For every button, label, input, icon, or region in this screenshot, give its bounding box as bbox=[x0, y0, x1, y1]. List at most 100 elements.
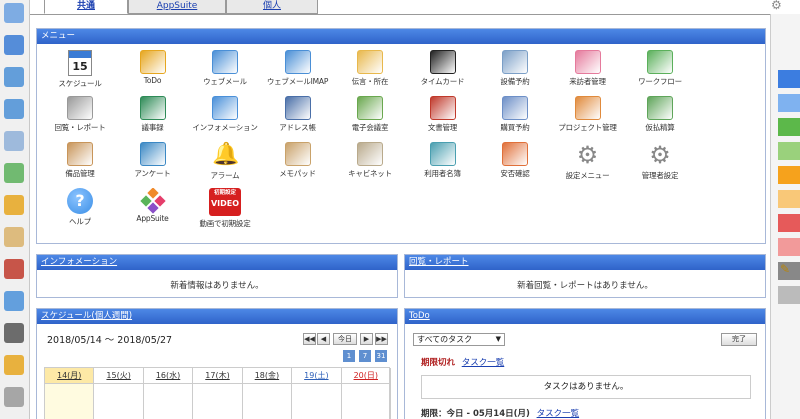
day-column[interactable]: 18(金) bbox=[242, 368, 293, 419]
todo-title-link[interactable]: ToDo bbox=[409, 311, 430, 321]
todo-icon[interactable] bbox=[4, 195, 24, 215]
menu-item-cabinet[interactable]: キャビネット bbox=[333, 142, 407, 179]
menu-item-message[interactable]: 伝言・所在 bbox=[333, 50, 407, 87]
menu-item-label: 回覧・レポート bbox=[54, 123, 106, 132]
color-swatch[interactable] bbox=[778, 238, 800, 256]
video-icon: 初期設定 VIDEO bbox=[209, 188, 241, 216]
tab-common[interactable]: 共通 bbox=[44, 0, 128, 14]
menu-item-label: スケジュール bbox=[58, 79, 102, 88]
next-day-button[interactable]: ▶ bbox=[360, 333, 373, 345]
menu-item-appsuite[interactable]: AppSuite bbox=[116, 187, 190, 223]
day-header[interactable]: 14(月) bbox=[45, 368, 94, 384]
overdue-task-list-link[interactable]: タスク一覧 bbox=[462, 358, 505, 368]
visitor-icon bbox=[574, 50, 601, 74]
menu-item-directory[interactable]: 利用者名簿 bbox=[406, 142, 480, 179]
day-view-icon[interactable]: 1 bbox=[343, 350, 355, 362]
day-header[interactable]: 16(水) bbox=[143, 368, 193, 384]
schedule-title-link[interactable]: スケジュール(個人週間) bbox=[41, 311, 132, 321]
menu-item-todo[interactable]: ToDo bbox=[116, 50, 190, 85]
color-swatch[interactable] bbox=[778, 214, 800, 232]
prev-week-button[interactable]: ◀◀ bbox=[303, 333, 316, 345]
report-title-link[interactable]: 回覧・レポート bbox=[409, 257, 469, 267]
info-icon[interactable] bbox=[4, 291, 24, 311]
color-swatch[interactable] bbox=[778, 118, 800, 136]
information-title-link[interactable]: インフォメーション bbox=[41, 257, 117, 267]
menu-item-equipment[interactable]: 備品管理 bbox=[43, 142, 117, 179]
menu-item-visitor[interactable]: 来訪者管理 bbox=[551, 50, 625, 87]
tab-personal[interactable]: 個人 bbox=[226, 0, 318, 14]
menu-item-video[interactable]: 初期設定 VIDEO 動画で初期設定 bbox=[188, 188, 262, 229]
menu-item-calculator[interactable]: 仮払精算 bbox=[623, 96, 697, 133]
menu-item-label: ワークフロー bbox=[638, 77, 682, 86]
cabinet-icon[interactable] bbox=[4, 259, 24, 279]
prev-day-button[interactable]: ◀ bbox=[317, 333, 330, 345]
menu-item-address-book[interactable]: アドレス帳 bbox=[261, 96, 335, 133]
menu-item-label: 動画で初期設定 bbox=[199, 219, 251, 228]
menu-item-project[interactable]: プロジェクト管理 bbox=[551, 96, 625, 133]
memo-icon[interactable] bbox=[4, 227, 24, 247]
address-book-icon bbox=[284, 96, 311, 120]
color-swatch[interactable] bbox=[778, 70, 800, 88]
project-icon bbox=[574, 96, 601, 120]
menu-item-label: キャビネット bbox=[348, 169, 392, 178]
pencil-icon[interactable]: ✎ bbox=[780, 262, 790, 276]
menu-item-workflow[interactable]: ワークフロー bbox=[623, 50, 697, 87]
menu-panel: メニュー 15 スケジュール ToDo ウェブメール ウェブメールIMAP 伝言・所在 タイ… bbox=[36, 28, 766, 244]
report-icon[interactable] bbox=[4, 131, 24, 151]
today-button[interactable]: 今日 bbox=[333, 333, 357, 345]
menu-item-admin-settings[interactable]: ⚙ 管理者設定 bbox=[623, 142, 697, 181]
menu-item-information[interactable]: インフォメーション bbox=[188, 96, 262, 133]
month-view-icon[interactable]: 31 bbox=[375, 350, 387, 362]
day-column[interactable]: 16(水) bbox=[143, 368, 194, 419]
menu-item-webmail-imap[interactable]: ウェブメールIMAP bbox=[261, 50, 335, 87]
menu-item-safety[interactable]: 安否確認 bbox=[478, 142, 552, 179]
menu-item-settings-menu[interactable]: ⚙ 設定メニュー bbox=[551, 142, 625, 181]
color-swatch[interactable] bbox=[778, 142, 800, 160]
task-filter-select[interactable]: すべてのタスク ▼ bbox=[413, 333, 505, 346]
list-icon[interactable] bbox=[4, 387, 24, 407]
next-week-button[interactable]: ▶▶ bbox=[375, 333, 388, 345]
tab-appsuite[interactable]: AppSuite bbox=[128, 0, 226, 14]
day-column[interactable]: 15(火) bbox=[94, 368, 144, 419]
mail-icon[interactable] bbox=[4, 67, 24, 87]
color-swatch[interactable] bbox=[778, 190, 800, 208]
day-column[interactable]: 19(土) bbox=[292, 368, 342, 419]
day-column[interactable]: 20(日) bbox=[341, 368, 391, 419]
color-swatch[interactable] bbox=[778, 166, 800, 184]
menu-item-facility[interactable]: 設備予約 bbox=[478, 50, 552, 87]
color-swatch[interactable] bbox=[778, 286, 800, 304]
menu-item-webmail[interactable]: ウェブメール bbox=[188, 50, 262, 87]
menu-item-label: タイムカード bbox=[420, 77, 465, 86]
menu-item-help[interactable]: ? ヘルプ bbox=[43, 188, 117, 227]
menu-item-calendar[interactable]: 15 スケジュール bbox=[43, 50, 117, 89]
menu-item-survey[interactable]: アンケート bbox=[116, 142, 190, 179]
menu-item-document[interactable]: 文書管理 bbox=[406, 96, 480, 133]
menu-item-alarm[interactable]: 🔔 アラーム bbox=[188, 142, 262, 181]
folder-open-icon[interactable] bbox=[4, 355, 24, 375]
workflow-icon[interactable] bbox=[4, 163, 24, 183]
menu-item-cart[interactable]: 購買予約 bbox=[478, 96, 552, 133]
menu-item-minutes[interactable]: 議事録 bbox=[116, 96, 190, 133]
portal-icon[interactable] bbox=[4, 3, 24, 23]
calendar-15-icon[interactable] bbox=[4, 35, 24, 55]
day-column[interactable]: 17(木) bbox=[193, 368, 243, 419]
menu-item-report[interactable]: 回覧・レポート bbox=[43, 96, 117, 133]
menu-item-timecard[interactable]: タイムカード bbox=[406, 50, 480, 87]
color-swatch[interactable] bbox=[778, 94, 800, 112]
day-header[interactable]: 18(金) bbox=[242, 368, 292, 384]
menu-item-label: AppSuite bbox=[136, 214, 169, 223]
complete-button[interactable]: 完了 bbox=[721, 333, 757, 346]
today-task-list-link[interactable]: タスク一覧 bbox=[537, 409, 580, 419]
gear-icon[interactable]: ⚙ bbox=[771, 0, 785, 11]
menu-item-memopad[interactable]: メモパッド bbox=[261, 142, 335, 179]
week-view-icon[interactable]: 7 bbox=[359, 350, 371, 362]
day-header[interactable]: 17(木) bbox=[193, 368, 242, 384]
menu-item-conference[interactable]: 電子会議室 bbox=[333, 96, 407, 133]
folder-icon[interactable] bbox=[4, 323, 24, 343]
day-header[interactable]: 15(火) bbox=[94, 368, 143, 384]
day-column[interactable]: 14(月) bbox=[45, 368, 95, 419]
safety-icon bbox=[502, 142, 528, 166]
mail-imap-icon[interactable] bbox=[4, 99, 24, 119]
day-header[interactable]: 19(土) bbox=[292, 368, 341, 384]
day-header[interactable]: 20(日) bbox=[341, 368, 390, 384]
